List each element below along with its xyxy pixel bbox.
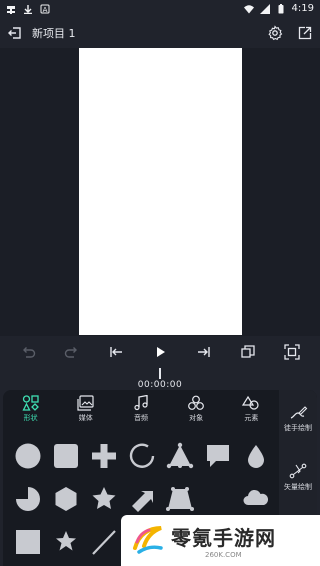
- rounded-square-icon: [54, 443, 78, 468]
- tab-shapes[interactable]: 形状: [11, 395, 51, 423]
- shape-arrow[interactable]: [123, 477, 161, 520]
- objects-icon: [188, 395, 205, 410]
- tab-shapes-label: 形状: [23, 414, 38, 422]
- watermark-url: 260K.COM: [205, 551, 242, 559]
- shape-star-small[interactable]: [47, 520, 85, 563]
- clock: 4:19: [291, 3, 314, 14]
- triangle-icon: [166, 442, 194, 468]
- star-small-icon: [56, 530, 76, 550]
- shapes-icon: [22, 395, 39, 411]
- drop-icon: [248, 444, 264, 468]
- shape-drop[interactable]: [237, 434, 275, 477]
- wifi-icon: [243, 4, 254, 13]
- freehand-draw-label: 徒手绘制: [284, 424, 312, 432]
- skip-start-icon[interactable]: [107, 343, 125, 361]
- arc-icon: [129, 443, 155, 468]
- category-tabs: 形状 媒体 音频 对象 元素: [3, 390, 279, 428]
- line-icon: [92, 529, 116, 555]
- share-icon: [298, 26, 312, 39]
- fit-screen-icon[interactable]: [283, 343, 301, 361]
- tab-media[interactable]: 媒体: [66, 395, 106, 423]
- project-title[interactable]: 新项目 1: [32, 25, 76, 41]
- timecode-label: 00:00:00: [137, 380, 183, 390]
- tab-objects-label: 对象: [189, 414, 204, 422]
- svg-text:A: A: [43, 6, 48, 14]
- cloud-icon: [243, 489, 269, 505]
- vector-draw-label: 矢量绘制: [284, 483, 312, 491]
- undo-icon[interactable]: [19, 343, 37, 361]
- freehand-draw-icon: [290, 406, 308, 419]
- playhead-marker[interactable]: [159, 368, 161, 379]
- download-icon: [24, 4, 32, 14]
- exit-button[interactable]: [6, 24, 24, 42]
- freehand-draw-button[interactable]: 徒手绘制: [284, 390, 312, 448]
- share-button[interactable]: [296, 24, 314, 42]
- exit-icon: [8, 26, 21, 39]
- shape-line[interactable]: [85, 520, 123, 563]
- elements-icon: [242, 395, 259, 410]
- watermark-text: 零氪手游网: [171, 526, 276, 550]
- shape-circle[interactable]: [9, 434, 47, 477]
- timeline-scrubber[interactable]: 00:00:00: [0, 368, 320, 390]
- signal-icon: [259, 3, 270, 14]
- square-icon: [16, 529, 40, 554]
- battery-icon: [278, 3, 284, 13]
- settings-icon: [268, 24, 283, 40]
- app-bar: 新项目 1: [0, 17, 320, 48]
- star-icon: [92, 486, 116, 509]
- tab-objects[interactable]: 对象: [176, 395, 216, 423]
- shape-pie[interactable]: [9, 477, 47, 520]
- project-canvas[interactable]: [79, 48, 242, 335]
- shape-hexagon[interactable]: [47, 477, 85, 520]
- shape-crescent[interactable]: [199, 477, 237, 520]
- arrow-icon: [132, 490, 153, 512]
- tab-audio[interactable]: 音频: [121, 395, 161, 423]
- plus-icon: [92, 443, 116, 468]
- circle-icon: [15, 443, 41, 468]
- play-icon[interactable]: [151, 343, 169, 361]
- settings-button[interactable]: [266, 24, 284, 42]
- ghost-app-icon: [7, 5, 15, 14]
- speech-bubble-icon: [207, 444, 229, 467]
- watermark-logo-icon: [133, 525, 163, 554]
- shape-plus[interactable]: [85, 434, 123, 477]
- vector-draw-icon: [289, 463, 307, 479]
- pie-icon: [16, 486, 40, 511]
- shape-square[interactable]: [9, 520, 47, 563]
- shape-rounded-square[interactable]: [47, 434, 85, 477]
- trapezoid-icon: [166, 486, 194, 511]
- tab-elements-label: 元素: [244, 414, 259, 422]
- shape-triangle-nodes[interactable]: [161, 434, 199, 477]
- crescent-icon: [210, 487, 221, 510]
- skip-end-icon[interactable]: [195, 343, 213, 361]
- workspace: [0, 48, 320, 336]
- tab-audio-label: 音频: [133, 414, 148, 422]
- redo-icon[interactable]: [63, 343, 81, 361]
- layers-icon[interactable]: [239, 343, 257, 361]
- shape-star[interactable]: [85, 477, 123, 520]
- shape-speech-bubble[interactable]: [199, 434, 237, 477]
- a-badge-icon: A: [40, 4, 50, 14]
- hexagon-icon: [55, 486, 77, 511]
- playback-toolbar: [0, 336, 320, 368]
- watermark: 零氪手游网 260K.COM: [121, 515, 320, 566]
- music-icon: [134, 395, 148, 411]
- tab-elements[interactable]: 元素: [231, 395, 271, 423]
- vector-draw-button[interactable]: 矢量绘制: [284, 448, 312, 506]
- shape-arc[interactable]: [123, 434, 161, 477]
- shape-cloud[interactable]: [237, 477, 275, 520]
- tab-media-label: 媒体: [78, 414, 93, 422]
- status-bar: A 4:19: [0, 0, 320, 17]
- shape-trapezoid[interactable]: [161, 477, 199, 520]
- media-icon: [77, 395, 94, 411]
